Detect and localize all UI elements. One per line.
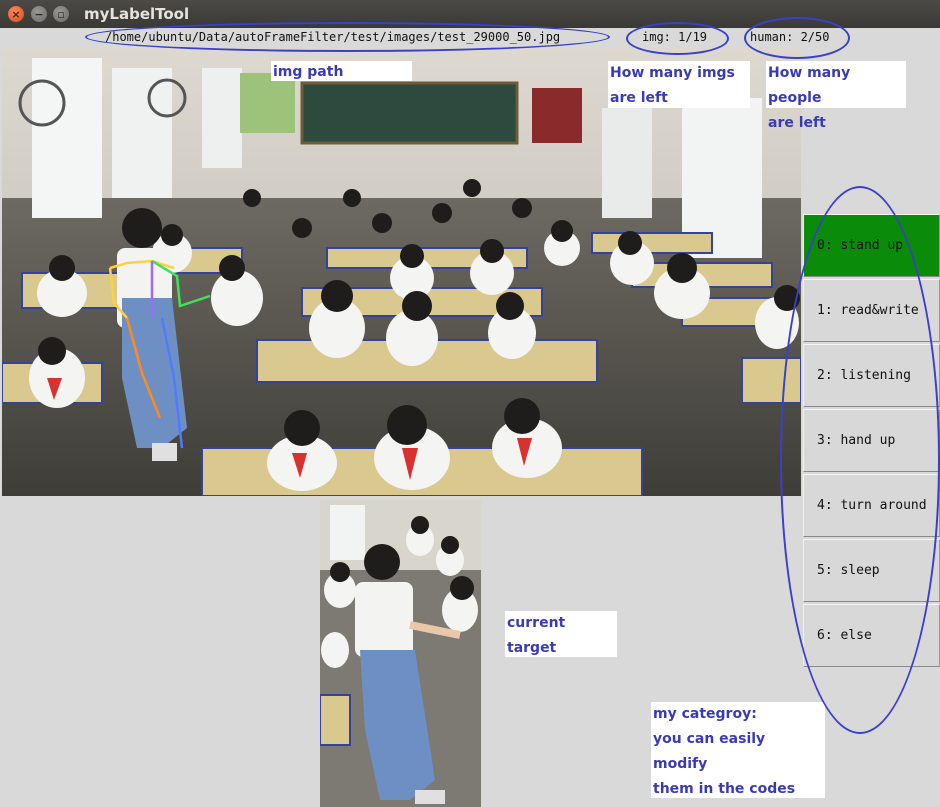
people-left-note-line2: are left (768, 115, 826, 131)
category-note-line1: my categroy: (653, 706, 757, 722)
img-counter-highlight-ellipse (626, 22, 729, 55)
minimize-icon[interactable]: − (31, 6, 47, 22)
maximize-icon[interactable]: ▫ (53, 6, 69, 22)
category-highlight-ellipse (780, 186, 940, 734)
category-note-line3: them in the codes (653, 781, 796, 797)
category-note-line2: you can easily modify (653, 731, 766, 772)
category-note: my categroy: you can easily modify them … (651, 702, 825, 798)
img-path-note: img path (271, 61, 412, 81)
imgs-left-note-line1: How many imgs (610, 65, 735, 81)
path-highlight-ellipse (85, 22, 610, 52)
human-counter-highlight-ellipse (744, 17, 850, 59)
current-target-note: current target (505, 611, 617, 657)
people-left-note-line1: How many people (768, 65, 851, 106)
people-left-note: How many people are left (766, 61, 906, 131)
imgs-left-note: How many imgs are left (608, 61, 750, 108)
close-icon[interactable]: × (8, 6, 24, 22)
imgs-left-note-line2: are left (610, 90, 668, 106)
window-title: myLabelTool (84, 5, 190, 23)
main-image[interactable] (2, 48, 801, 496)
target-crop-image (320, 500, 481, 807)
